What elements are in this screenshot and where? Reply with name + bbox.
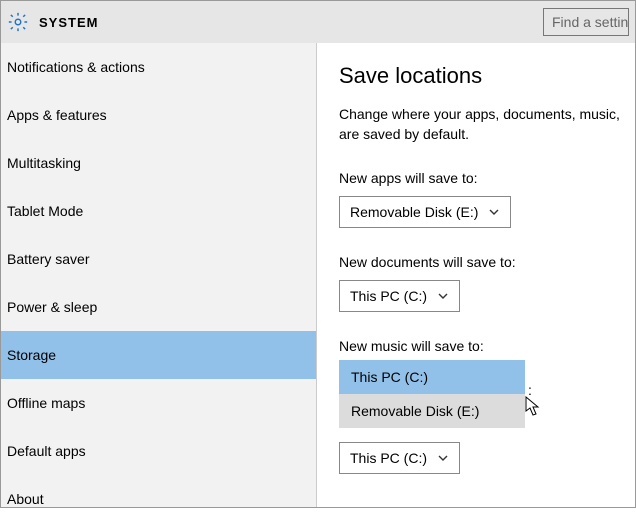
sidebar-item-power-sleep[interactable]: Power & sleep <box>1 283 316 331</box>
dropdown-value: Removable Disk (E:) <box>350 204 478 220</box>
sidebar-item-battery-saver[interactable]: Battery saver <box>1 235 316 283</box>
dropdown[interactable]: This PC (C:) <box>339 442 460 474</box>
sidebar-item-label: Battery saver <box>7 251 89 267</box>
sidebar-item-about[interactable]: About <box>1 475 316 523</box>
header-bar: SYSTEM Find a setting <box>1 1 635 43</box>
search-placeholder: Find a setting <box>552 14 629 30</box>
field-label: New apps will save to: <box>339 170 635 186</box>
main-content: Save locations Change where your apps, d… <box>317 43 635 507</box>
sidebar-item-multitasking[interactable]: Multitasking <box>1 139 316 187</box>
sidebar-item-apps-features[interactable]: Apps & features <box>1 91 316 139</box>
cursor-icon <box>525 396 543 421</box>
sidebar-item-tablet-mode[interactable]: Tablet Mode <box>1 187 316 235</box>
chevron-down-icon <box>437 290 449 302</box>
sidebar-item-label: Notifications & actions <box>7 59 145 75</box>
sidebar: Notifications & actions Apps & features Mu… <box>1 43 317 507</box>
sidebar-item-storage[interactable]: Storage <box>1 331 316 379</box>
gear-icon <box>7 11 29 33</box>
header-title: SYSTEM <box>39 15 98 30</box>
dropdown-value: This PC (C:) <box>350 288 427 304</box>
dropdown[interactable]: Removable Disk (E:) <box>339 196 511 228</box>
sidebar-item-label: About <box>7 491 44 507</box>
sidebar-item-notifications-actions[interactable]: Notifications & actions <box>1 43 316 91</box>
obscured-text-fragment: : <box>528 382 532 398</box>
page-description: Change where your apps, documents, music… <box>339 105 635 144</box>
sidebar-item-label: Multitasking <box>7 155 81 171</box>
field-label: New music will save to: <box>339 338 635 354</box>
sidebar-item-offline-maps[interactable]: Offline maps <box>1 379 316 427</box>
sidebar-item-label: Apps & features <box>7 107 107 123</box>
dropdown-value: This PC (C:) <box>350 450 427 466</box>
dropdown-option[interactable]: Removable Disk (E:) <box>339 394 525 428</box>
search-input[interactable]: Find a setting <box>543 8 629 36</box>
dropdown[interactable]: This PC (C:) <box>339 280 460 312</box>
sidebar-item-label: Storage <box>7 347 56 363</box>
page-title: Save locations <box>339 63 635 89</box>
sidebar-item-label: Offline maps <box>7 395 85 411</box>
field-label: New documents will save to: <box>339 254 635 270</box>
chevron-down-icon <box>437 452 449 464</box>
chevron-down-icon <box>488 206 500 218</box>
dropdown-options: This PC (C:)Removable Disk (E:) <box>339 360 635 428</box>
sidebar-item-label: Default apps <box>7 443 86 459</box>
dropdown-option[interactable]: This PC (C:) <box>339 360 525 394</box>
sidebar-item-label: Power & sleep <box>7 299 97 315</box>
sidebar-item-default-apps[interactable]: Default apps <box>1 427 316 475</box>
sidebar-item-label: Tablet Mode <box>7 203 83 219</box>
